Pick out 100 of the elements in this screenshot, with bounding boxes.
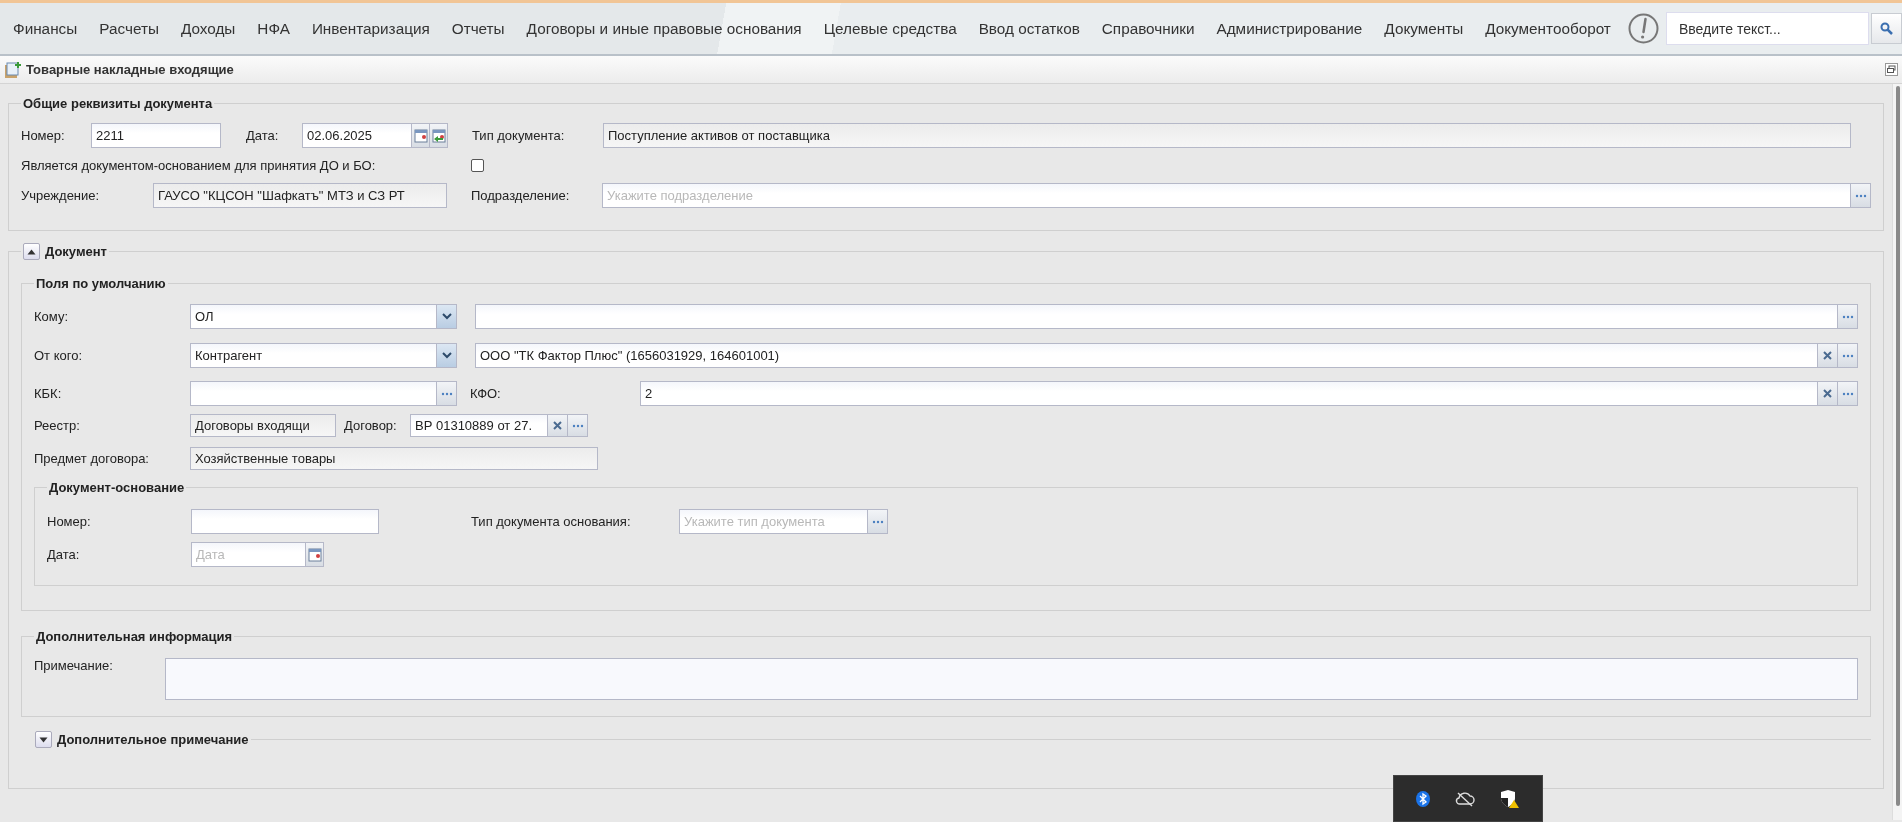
triangle-down-icon [39,736,48,743]
field-label: Учреждение: [21,188,101,203]
document-icon [4,60,22,79]
menu-item[interactable]: Доходы [169,19,247,38]
shield-warning-icon[interactable] [1499,788,1520,809]
text-field[interactable] [475,304,1838,329]
field-label: Кому: [34,309,69,324]
more-button[interactable] [568,414,588,437]
field-label: Предмет договора: [34,451,150,466]
text-field[interactable] [191,509,379,534]
ellipsis-icon [1854,193,1867,198]
search-field[interactable]: Введите текст... [1665,12,1870,45]
clear-button[interactable] [548,414,568,437]
field-label: Подразделение: [471,188,571,203]
ellipsis-icon [871,519,884,524]
field-label: Номер: [21,128,66,143]
text-field[interactable]: ВР 01310889 от 27. [410,414,548,437]
field-label: КФО: [470,386,502,401]
text-field[interactable]: Укажите подразделение [602,183,1851,208]
field-label: Реестр: [34,418,81,433]
group-title: Документ-основание [48,480,186,495]
menu-item[interactable]: Финансы [2,19,89,38]
menu-item[interactable]: НФА [246,19,301,38]
field-label: Тип документа основания: [471,514,632,529]
menu-item[interactable]: Расчеты [88,19,170,38]
menu-item[interactable]: Справочники [1090,19,1206,38]
field-label: Примечание: [34,658,114,673]
more-button[interactable] [437,381,457,406]
checkbox[interactable] [471,159,484,172]
close-icon [553,421,562,430]
cloud-off-icon[interactable] [1455,790,1475,807]
menu-item[interactable]: Администрирование [1205,19,1374,38]
chevron-down-icon [441,313,452,320]
restore-icon[interactable] [1885,63,1898,76]
alert-icon[interactable] [1627,13,1659,44]
search-icon [1880,22,1894,35]
text-field[interactable]: Поступление активов от поставщика [603,123,1851,148]
text-field[interactable]: Договоры входящи [190,414,336,437]
dropdown-button[interactable] [437,304,457,329]
field-label: Номер: [47,514,92,529]
menu-item[interactable]: Документы [1373,19,1475,38]
group-title: Дополнительная информация [35,629,234,644]
scrollbar[interactable] [1892,84,1902,820]
group-title: Поля по умолчанию [35,276,167,291]
field-label: От кого: [34,348,84,363]
calendar-icon [431,128,446,143]
text-field[interactable]: ГАУСО "КЦСОН "Шафкатъ" МТЗ и СЗ РТ [153,183,447,208]
more-button[interactable] [1838,381,1858,406]
search-button[interactable] [1871,13,1902,44]
group-title: Общие реквизиты документа [22,96,214,111]
text-field[interactable]: 2 [640,381,1818,406]
ellipsis-icon [1841,353,1854,358]
more-button[interactable] [1838,343,1858,368]
text-field[interactable]: ООО "ТК Фактор Плюс" (1656031929, 164601001) [475,343,1818,368]
menu-item[interactable]: Договоры и иные правовые основания [515,19,813,38]
section-title: Дополнительное примечание [57,732,249,747]
text-field[interactable]: Дата [191,542,306,567]
calendar-icon [413,128,428,143]
chevron-down-icon [441,352,452,359]
combo-box[interactable]: ОЛ [190,304,437,329]
field-label: Является документом-основанием для принятия ДО и БО: [21,158,377,173]
ellipsis-icon [440,391,453,396]
menu-item[interactable]: Целевые средства [812,19,968,38]
triangle-up-icon [27,248,36,255]
field-label: Дата: [246,128,280,143]
dropdown-button[interactable] [437,343,457,368]
calendar-icon [307,547,322,562]
ellipsis-icon [1841,314,1854,319]
field-label: Тип документа: [472,128,566,143]
text-field[interactable] [190,381,437,406]
menu-item[interactable]: Ввод остатков [967,19,1091,38]
clear-button[interactable] [1818,381,1838,406]
expand-button[interactable] [35,731,52,748]
window-title: Товарные накладные входящие [26,62,235,77]
calendar-button[interactable] [412,123,430,148]
more-button[interactable] [1838,304,1858,329]
calendar-button[interactable] [430,123,448,148]
more-button[interactable] [1851,183,1871,208]
collapse-button[interactable] [23,243,40,260]
clear-button[interactable] [1818,343,1838,368]
section-title: Документ [45,244,107,259]
close-icon [1823,389,1832,398]
menu-item[interactable]: Инвентаризация [300,19,441,38]
menu-item[interactable]: Документооборот [1474,19,1622,38]
calendar-button[interactable] [306,542,324,567]
combo-box[interactable]: Контрагент [190,343,437,368]
text-field[interactable]: Хозяйственные товары [190,447,598,470]
menu-item[interactable]: Отчеты [440,19,516,38]
field-label: КБК: [34,386,63,401]
close-icon [1823,351,1832,360]
text-field[interactable]: 02.06.2025 [302,123,412,148]
text-field[interactable]: Укажите тип документа [679,509,868,534]
text-field[interactable]: 2211 [91,123,221,148]
ellipsis-icon [571,423,584,428]
note-field[interactable] [165,658,1858,700]
field-label: Дата: [47,547,81,562]
more-button[interactable] [868,509,888,534]
field-label: Договор: [344,418,398,433]
ellipsis-icon [1841,391,1854,396]
bluetooth-icon[interactable] [1416,790,1431,807]
